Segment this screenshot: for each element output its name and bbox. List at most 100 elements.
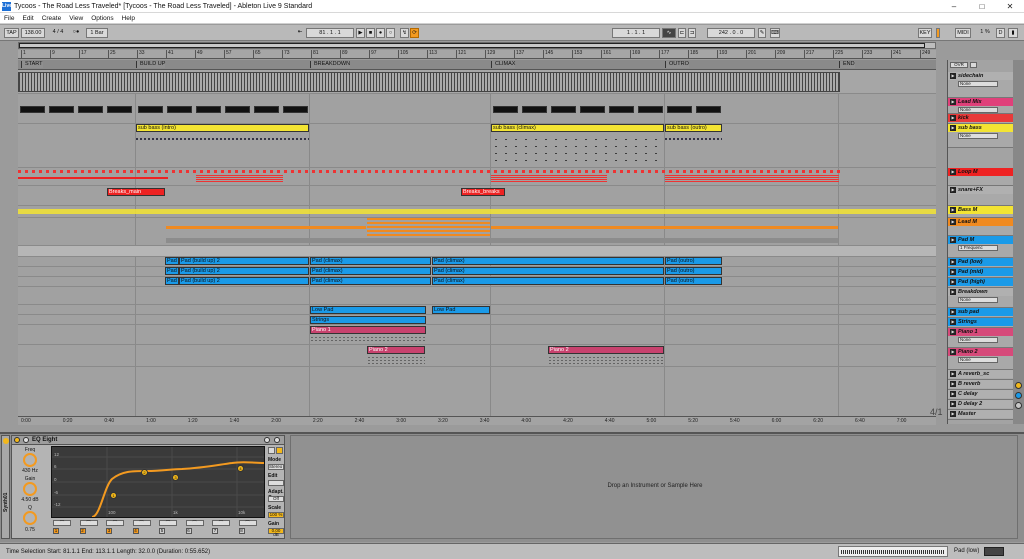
band-toggle[interactable]: 1 (53, 528, 59, 534)
tempo-field[interactable]: 138.00 (21, 28, 45, 38)
gain-value[interactable]: 4.50 dB (18, 497, 42, 503)
kick-clip[interactable] (283, 106, 308, 113)
returns-toggle-icon[interactable] (1015, 402, 1022, 409)
track-routing-select[interactable]: None (958, 81, 998, 87)
minimize-icon[interactable]: – (940, 2, 968, 11)
arrangement-view[interactable]: sub bass (intro) sub bass (climax) sub b… (18, 70, 936, 416)
pad-clip[interactable]: Pad (165, 277, 179, 285)
track-lane-piano-2[interactable]: Piano 2 Piano 2 (18, 345, 936, 367)
arrange-record-icon[interactable] (970, 62, 977, 68)
pad-clip[interactable]: Pad (165, 257, 179, 265)
filter-shape-icon[interactable]: ⌒ (53, 520, 71, 526)
loop-length-field[interactable]: 242 . 0 . 0 (707, 28, 755, 38)
close-icon[interactable]: ✕ (996, 2, 1024, 11)
menu-view[interactable]: View (69, 15, 83, 22)
band-toggle[interactable]: 2 (79, 528, 86, 534)
track-name[interactable]: Strings (958, 319, 977, 325)
kick-clip[interactable] (551, 106, 576, 113)
pad-climax-clip[interactable]: Pad (climax) (310, 267, 431, 275)
track-name[interactable]: D delay 2 (958, 401, 982, 407)
kick-clip[interactable] (49, 106, 74, 113)
device-on-icon[interactable] (3, 438, 9, 444)
stop-icon[interactable]: ■ (366, 28, 375, 38)
locator-start[interactable]: START (21, 61, 43, 68)
track-header-d-delay-2[interactable]: ▶ D delay 2 (948, 400, 1014, 410)
track-lane-piano-1[interactable]: Piano 1 (18, 325, 936, 345)
record-icon[interactable]: ● (376, 28, 385, 38)
locator-lane[interactable]: START BUILD UP BREAKDOWN CLIMAX OUTRO EN… (18, 60, 936, 70)
eq-band-8[interactable]: ⌒ 8 (237, 520, 261, 535)
sidechain-clip[interactable] (18, 72, 840, 92)
track-header-loop-m[interactable]: ▶ Loop M (948, 168, 1014, 186)
beat-time-ruler[interactable]: 1 9 17 25 33 41 49 57 65 73 81 89 97 105 113 121 129 137 1… (18, 50, 936, 59)
track-fold-icon[interactable]: ▶ (950, 73, 956, 79)
band-toggle[interactable]: 4 (132, 528, 139, 534)
clip-overview-thumbnail[interactable] (838, 546, 948, 557)
band-toggle[interactable]: 7 (212, 528, 218, 534)
track-fold-icon[interactable]: ▶ (950, 309, 956, 315)
track-lane-bass-m[interactable] (18, 206, 936, 218)
edit-mode-icon[interactable] (276, 447, 283, 454)
sends-toggle-icon[interactable] (1015, 392, 1022, 399)
kick-clip[interactable] (493, 106, 518, 113)
track-fold-icon[interactable]: ▶ (950, 269, 956, 275)
track-name[interactable]: sub bass (958, 125, 982, 131)
io-toggle-icon[interactable] (1015, 382, 1022, 389)
track-fold-icon[interactable]: ▶ (950, 207, 956, 213)
output-gain-field[interactable]: 0.00 dB (268, 528, 284, 537)
filter-shape-icon[interactable]: ⌒ (212, 520, 230, 526)
track-header-pad-mid-[interactable]: ▶ Pad (mid) (948, 268, 1014, 278)
loop-switch-icon[interactable]: ⟳ (410, 28, 419, 38)
track-fold-icon[interactable]: ▶ (950, 187, 956, 193)
track-fold-icon[interactable]: ▶ (950, 329, 956, 335)
track-fold-icon[interactable]: ▶ (950, 411, 956, 417)
loop-toggle-icon[interactable]: ⊏ (678, 28, 686, 38)
q-value[interactable]: 0.75 (18, 527, 42, 533)
track-header-lead-mix[interactable]: ▶ Lead Mix None (948, 98, 1014, 114)
track-header-sub-pad[interactable]: ▶ sub pad (948, 308, 1014, 318)
track-fold-icon[interactable]: ▶ (950, 99, 956, 105)
track-routing-select[interactable]: None (958, 297, 998, 303)
kick-clip[interactable] (78, 106, 103, 113)
band-toggle[interactable]: 5 (159, 528, 165, 534)
track-fold-icon[interactable]: ▶ (950, 381, 956, 387)
track-name[interactable]: Pad (high) (958, 279, 985, 285)
filter-shape-icon[interactable]: ⌒ (159, 520, 177, 526)
piano-1-clip[interactable]: Piano 1 (310, 326, 426, 334)
pad-outro-clip[interactable]: Pad (outro) (665, 257, 722, 265)
device-fold-icon[interactable] (23, 437, 29, 443)
pad-climax-clip[interactable]: Pad (climax) (432, 257, 664, 265)
track-header-kick[interactable]: ▶ kick (948, 114, 1014, 124)
eq-band-4[interactable]: ⌒ 4 (131, 520, 155, 535)
eq-band-1[interactable]: ⌒ 1 (51, 520, 75, 535)
eq-band-node[interactable]: 4 (237, 465, 244, 472)
track-lane-pad-low[interactable]: Pad Pad (build up) 2 Pad (climax) Pad (c… (18, 257, 936, 267)
track-fold-icon[interactable]: ▶ (950, 169, 956, 175)
track-fold-icon[interactable]: ▶ (950, 371, 956, 377)
filter-shape-icon[interactable]: ⌒ (238, 520, 257, 526)
track-header-a-reverb-sc[interactable]: ▶ A reverb_sc (948, 370, 1014, 380)
meter-field[interactable]: 4 / 4 (48, 28, 68, 38)
track-name[interactable]: Master (958, 411, 976, 417)
quantize-select[interactable]: 1 Bar (86, 28, 108, 38)
band-toggle[interactable]: 6 (185, 528, 192, 534)
track-lane-sidechain[interactable] (18, 70, 936, 94)
track-lane-pad-m[interactable] (18, 246, 936, 257)
eq-band-7[interactable]: ⌒ 7 (210, 520, 234, 535)
midi-map-button[interactable]: MIDI (955, 28, 971, 38)
kick-clip[interactable] (609, 106, 634, 113)
loop-start-field[interactable]: 1 . 1 . 1 (612, 28, 660, 38)
pad-build-up-clip[interactable]: Pad (build up) 2 (179, 257, 309, 265)
track-fold-icon[interactable]: ▶ (950, 125, 956, 131)
track-name[interactable]: Pad M (958, 237, 974, 243)
sub-bass-intro-clip[interactable]: sub bass (intro) (136, 124, 309, 132)
track-name[interactable]: B reverb (958, 381, 980, 387)
track-name[interactable]: kick (958, 115, 969, 121)
computer-keyboard-icon[interactable]: ⌨ (770, 28, 780, 38)
kick-clip[interactable] (667, 106, 692, 113)
punch-in-icon[interactable]: ∿ (662, 28, 676, 38)
strings-clip[interactable]: Strings (310, 316, 426, 324)
track-header-sub-bass[interactable]: ▶ sub bass None (948, 124, 1014, 148)
kick-clip[interactable] (522, 106, 547, 113)
pad-outro-clip[interactable]: Pad (outro) (665, 267, 722, 275)
